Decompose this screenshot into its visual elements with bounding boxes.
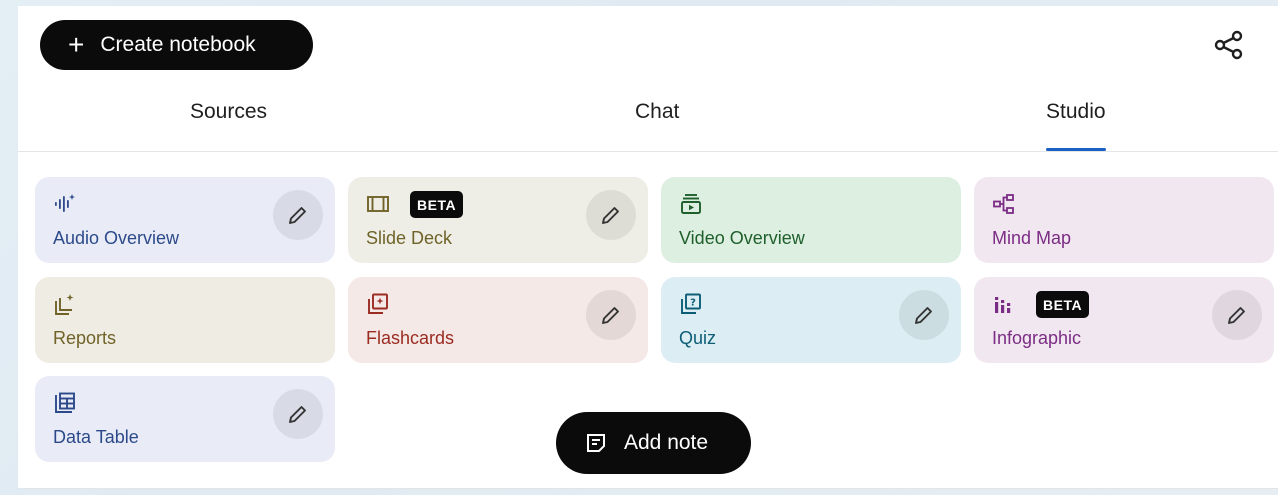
note-icon	[587, 434, 605, 452]
tab-chat[interactable]: Chat	[635, 100, 679, 150]
studio-card-slide-deck[interactable]: BETA Slide Deck	[348, 177, 648, 263]
svg-text:?: ?	[690, 298, 696, 309]
tab-bar: Sources Chat Studio	[18, 90, 1278, 152]
beta-badge: BETA	[1036, 291, 1090, 318]
studio-card-label: Audio Overview	[53, 228, 180, 248]
data-table-icon	[55, 392, 75, 413]
studio-panel: + Create notebook Sources Chat Studio Au…	[18, 6, 1278, 489]
create-notebook-label: Create notebook	[100, 33, 256, 56]
pencil-icon	[289, 207, 306, 224]
studio-card-label: Quiz	[679, 328, 717, 348]
studio-card-label: Reports	[53, 328, 117, 348]
flashcards-icon	[368, 293, 388, 314]
edit-button[interactable]	[273, 190, 323, 240]
edit-button[interactable]	[586, 290, 636, 340]
studio-card-label: Data Table	[53, 427, 139, 447]
create-notebook-button[interactable]: + Create notebook	[40, 20, 313, 70]
studio-card-label: Slide Deck	[366, 228, 453, 248]
edit-button[interactable]	[273, 389, 323, 439]
studio-card-label: Infographic	[992, 328, 1082, 348]
beta-badge: BETA	[410, 191, 464, 218]
studio-card-label: Video Overview	[679, 228, 805, 248]
infographic-icon	[995, 297, 1011, 313]
edit-button[interactable]	[899, 290, 949, 340]
pencil-icon	[289, 406, 306, 423]
studio-card-label: Mind Map	[992, 228, 1072, 248]
pencil-icon	[602, 207, 619, 224]
slides-icon	[367, 196, 389, 212]
tab-sources[interactable]: Sources	[190, 100, 267, 150]
studio-card-data-table[interactable]: Data Table	[35, 376, 335, 462]
studio-card-mind-map[interactable]: Mind Map	[974, 177, 1274, 263]
pencil-icon	[602, 307, 619, 324]
share-button[interactable]	[1212, 28, 1246, 62]
video-icon	[681, 194, 701, 214]
plus-icon: +	[68, 29, 85, 60]
studio-card-infographic[interactable]: BETA Infographic	[974, 277, 1274, 363]
studio-card-video-overview[interactable]: Video Overview	[661, 177, 961, 263]
studio-card-reports[interactable]: Reports	[35, 277, 335, 363]
share-icon	[1214, 30, 1243, 60]
edit-button[interactable]	[586, 190, 636, 240]
pencil-icon	[1228, 307, 1245, 324]
tab-studio[interactable]: Studio	[1046, 100, 1106, 151]
studio-card-flashcards[interactable]: Flashcards	[348, 277, 648, 363]
studio-card-quiz[interactable]: ? Quiz	[661, 277, 961, 363]
studio-card-label: Flashcards	[366, 328, 455, 348]
mind-map-icon	[993, 194, 1014, 214]
add-note-button[interactable]: Add note	[556, 412, 751, 474]
pencil-icon	[915, 307, 932, 324]
studio-card-audio-overview[interactable]: Audio Overview	[35, 177, 335, 263]
quiz-icon: ?	[681, 293, 701, 314]
reports-icon	[55, 294, 74, 315]
add-note-label: Add note	[624, 431, 709, 454]
edit-button[interactable]	[1212, 290, 1262, 340]
audio-waveform-icon	[55, 194, 75, 212]
